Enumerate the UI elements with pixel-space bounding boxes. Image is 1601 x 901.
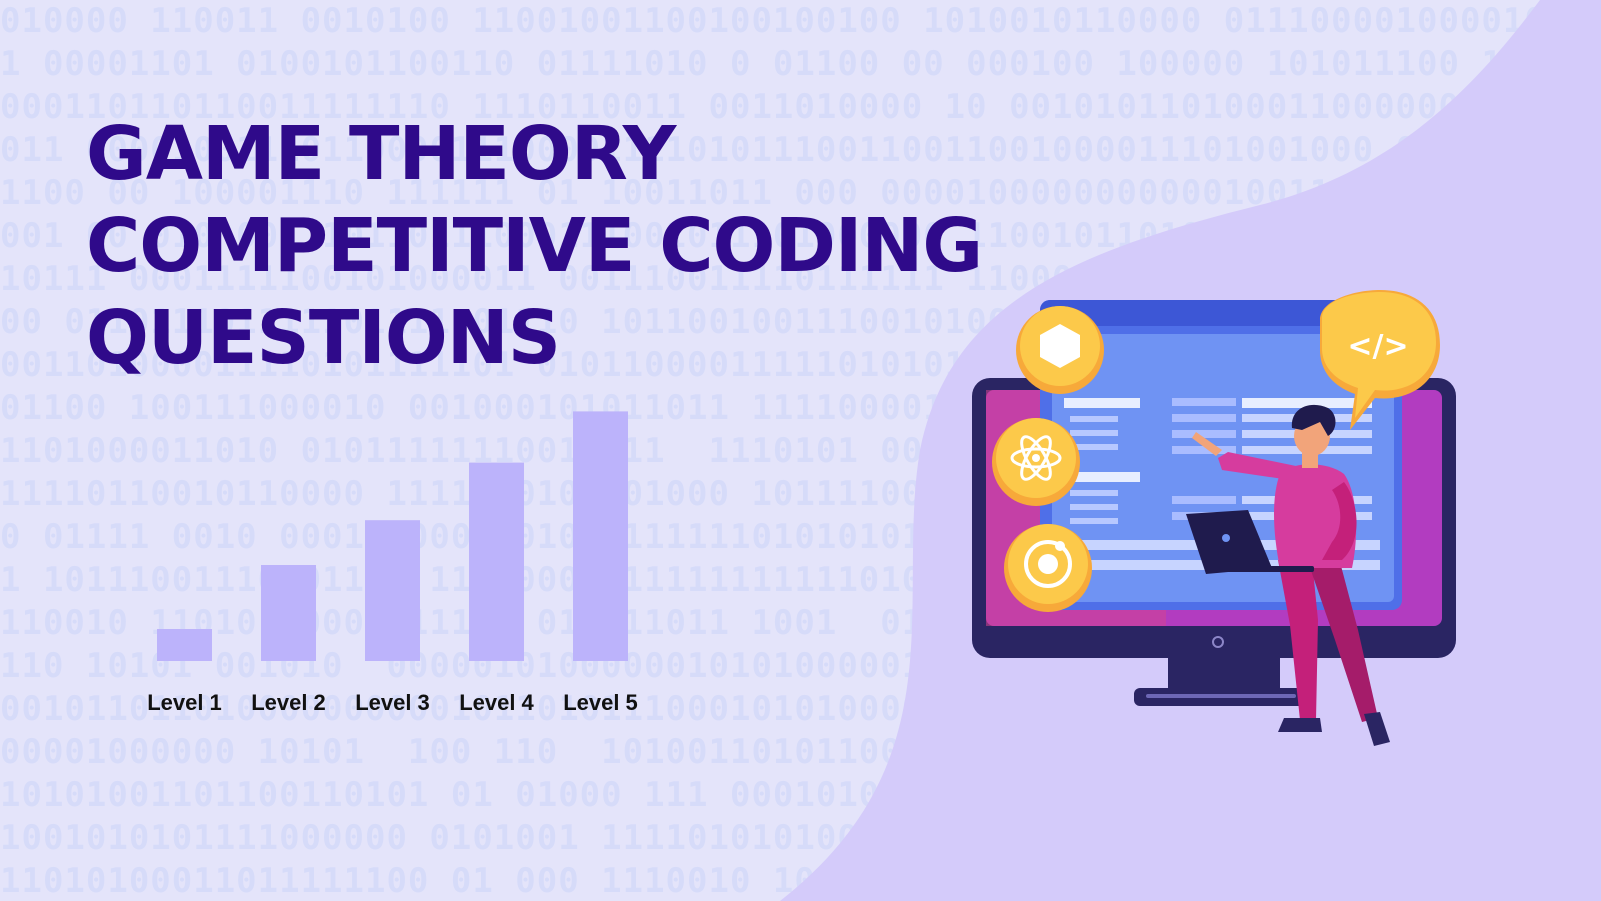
bar-level-4 bbox=[469, 462, 524, 661]
category-label: Level 3 bbox=[355, 690, 430, 715]
bar-level-3 bbox=[365, 520, 420, 661]
title-line-3: QUESTIONS bbox=[86, 295, 561, 381]
page-title: GAME THEORY COMPETITIVE CODING QUESTIONS bbox=[86, 108, 983, 384]
category-label: Level 5 bbox=[563, 690, 638, 715]
category-label: Level 4 bbox=[459, 690, 534, 715]
ring-icon bbox=[1004, 524, 1092, 612]
bar-level-1 bbox=[157, 629, 212, 661]
title-line-1: GAME THEORY bbox=[86, 111, 676, 197]
level-bar-chart: Level 1 Level 2 Level 3 Level 4 Level 5 bbox=[147, 411, 638, 715]
category-label: Level 2 bbox=[251, 690, 326, 715]
title-line-2: COMPETITIVE CODING bbox=[86, 203, 983, 289]
code-bubble-label: </> bbox=[1347, 329, 1408, 364]
atom-icon bbox=[992, 418, 1080, 506]
developer-illustration: </> bbox=[972, 290, 1456, 746]
bar-level-5 bbox=[573, 411, 628, 661]
bar-level-2 bbox=[261, 565, 316, 661]
category-label: Level 1 bbox=[147, 690, 222, 715]
hexagon-icon bbox=[1016, 306, 1104, 394]
